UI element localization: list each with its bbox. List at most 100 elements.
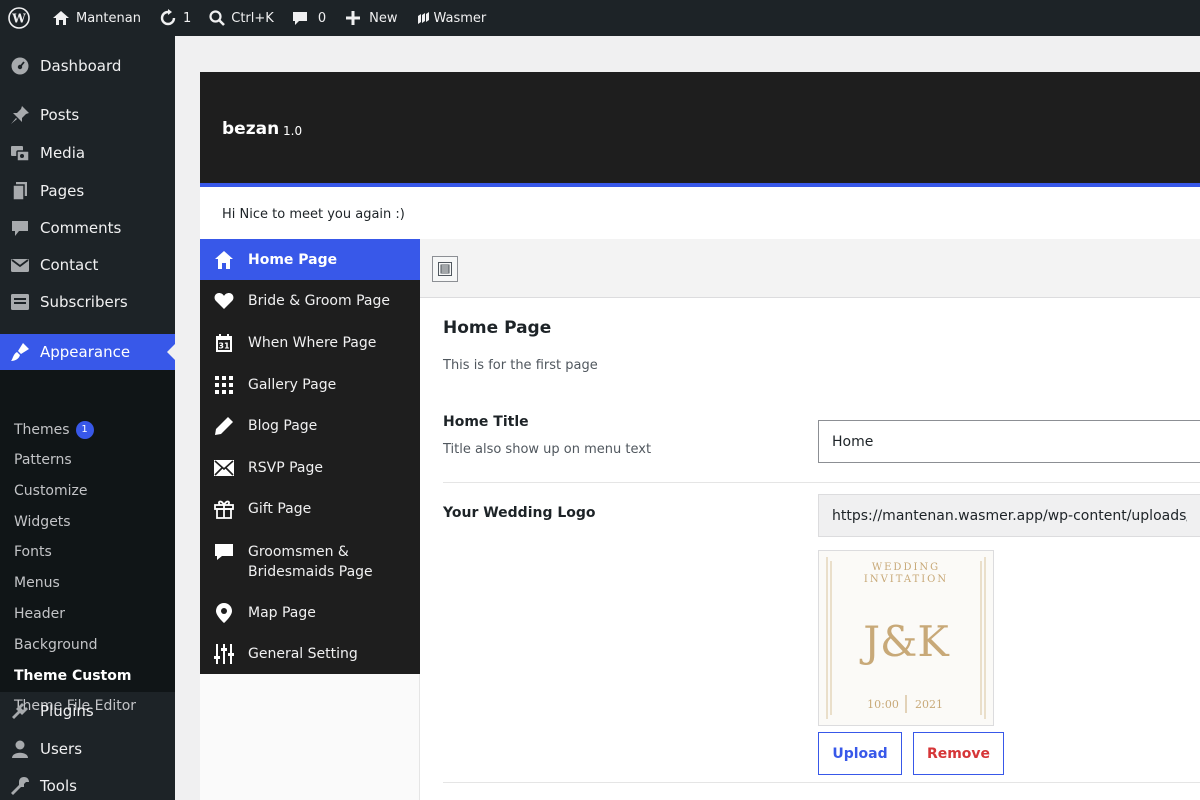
panel-header: bezan 1.0 bbox=[200, 72, 1200, 187]
sidebar-item-label: Plugins bbox=[40, 702, 94, 720]
envelope-icon bbox=[200, 459, 248, 476]
nav-groomsmen-bridesmaids-page[interactable]: Groomsmen & Bridesmaids Page bbox=[200, 530, 420, 592]
updates-link[interactable]: 1 bbox=[149, 0, 199, 36]
svg-text:W: W bbox=[11, 12, 26, 26]
nav-home-page[interactable]: Home Page bbox=[200, 239, 420, 280]
subscribers-icon bbox=[0, 292, 40, 312]
nav-label: RSVP Page bbox=[248, 459, 323, 476]
dashboard-icon bbox=[0, 56, 40, 76]
submenu-item-theme-custom[interactable]: Theme Custom bbox=[14, 664, 131, 688]
sidebar-item-label: Media bbox=[40, 144, 86, 162]
submenu-item-background[interactable]: Background bbox=[14, 633, 98, 657]
nav-label: Gallery Page bbox=[248, 376, 337, 393]
sidebar-item-comments[interactable]: Comments bbox=[0, 211, 175, 245]
sidebar-item-label: Contact bbox=[40, 256, 99, 274]
submenu-item-patterns[interactable]: Patterns bbox=[14, 448, 72, 472]
user-icon bbox=[0, 739, 40, 759]
nav-rsvp-page[interactable]: RSVP Page bbox=[200, 447, 420, 488]
sidebar-item-label: Appearance bbox=[40, 343, 131, 361]
theme-name: bezan bbox=[222, 119, 280, 139]
sidebar-item-appearance[interactable]: Appearance bbox=[0, 334, 175, 370]
nav-label: When Where Page bbox=[248, 335, 377, 351]
calendar-icon: 31 bbox=[200, 333, 248, 353]
svg-text:31: 31 bbox=[218, 342, 230, 351]
submenu-item-fonts[interactable]: Fonts bbox=[14, 540, 52, 564]
submenu-item-label: Background bbox=[14, 637, 98, 653]
comments-link[interactable]: 0 bbox=[282, 0, 334, 36]
upload-button[interactable]: Upload bbox=[818, 732, 902, 775]
sidebar-item-label: Users bbox=[40, 740, 83, 758]
sidebar-item-users[interactable]: Users bbox=[0, 732, 175, 766]
comment-icon bbox=[0, 218, 40, 238]
updates-count: 1 bbox=[182, 10, 192, 26]
layout-toggle-button[interactable] bbox=[432, 256, 458, 282]
host-link[interactable]: Wasmer bbox=[405, 0, 494, 36]
sidebar-item-contact[interactable]: Contact bbox=[0, 248, 175, 282]
submenu-item-label: Patterns bbox=[14, 452, 72, 468]
site-name-link[interactable]: Mantenan bbox=[38, 0, 149, 36]
submenu-item-label: Widgets bbox=[14, 514, 71, 530]
new-label: New bbox=[369, 10, 398, 26]
sidebar-item-plugins[interactable]: Plugins bbox=[0, 694, 175, 728]
sidebar-item-posts[interactable]: Posts bbox=[0, 98, 175, 132]
submenu-item-header[interactable]: Header bbox=[14, 602, 65, 626]
wedding-logo-image: WEDDING INVITATION J&K 10:00 2021 bbox=[819, 551, 993, 725]
gift-icon bbox=[200, 499, 248, 519]
refresh-icon bbox=[160, 9, 176, 26]
site-name: Mantenan bbox=[76, 10, 141, 26]
submenu-item-label: Theme Custom bbox=[14, 668, 132, 684]
submenu-item-themes[interactable]: Themes 1 bbox=[14, 418, 94, 442]
section-title: Home Page bbox=[443, 318, 552, 338]
plug-icon bbox=[0, 701, 40, 721]
options-nav: Home Page Bride & Groom Page 31 When Whe… bbox=[200, 239, 420, 674]
new-content-link[interactable]: New bbox=[334, 0, 405, 36]
logo-preview-image: WEDDING INVITATION J&K 10:00 2021 bbox=[818, 550, 994, 726]
nav-gallery-page[interactable]: Gallery Page bbox=[200, 364, 420, 405]
comments-count: 0 bbox=[317, 10, 327, 26]
sidebar-item-dashboard[interactable]: Dashboard bbox=[0, 49, 175, 83]
media-icon bbox=[0, 143, 40, 163]
sidebar-item-pages[interactable]: Pages bbox=[0, 174, 175, 208]
sidebar-item-label: Posts bbox=[40, 106, 80, 124]
home-icon bbox=[200, 250, 248, 270]
chat-icon bbox=[200, 542, 248, 562]
panel-icon bbox=[438, 262, 452, 276]
sidebar-item-label: Subscribers bbox=[40, 293, 128, 311]
wordpress-logo-button[interactable]: W bbox=[0, 0, 38, 36]
update-count-badge: 1 bbox=[75, 421, 94, 439]
sliders-icon bbox=[200, 643, 248, 664]
nav-label-line2: Bridesmaids Page bbox=[248, 564, 373, 580]
sidebar-item-tools[interactable]: Tools bbox=[0, 769, 175, 800]
home-icon bbox=[53, 11, 69, 25]
logo-text-top1: WEDDING bbox=[872, 562, 940, 573]
search-icon bbox=[209, 10, 226, 26]
remove-button[interactable]: Remove bbox=[913, 732, 1004, 775]
sidebar-item-subscribers[interactable]: Subscribers bbox=[0, 285, 175, 319]
nav-bride-groom-page[interactable]: Bride & Groom Page bbox=[200, 280, 420, 322]
sidebar-item-media[interactable]: Media bbox=[0, 136, 175, 170]
nav-blog-page[interactable]: Blog Page bbox=[200, 405, 420, 447]
nav-filler bbox=[200, 674, 420, 800]
divider bbox=[443, 782, 1200, 783]
nav-when-where-page[interactable]: 31 When Where Page bbox=[200, 322, 420, 364]
comment-icon bbox=[292, 12, 307, 25]
nav-map-page[interactable]: Map Page bbox=[200, 592, 420, 633]
home-title-help: Title also show up on menu text bbox=[443, 442, 652, 457]
submenu-item-menus[interactable]: Menus bbox=[14, 571, 60, 595]
brush-icon bbox=[0, 342, 40, 362]
nav-general-setting[interactable]: General Setting bbox=[200, 633, 420, 674]
content-toolbar bbox=[420, 239, 1200, 298]
pencil-icon bbox=[200, 416, 248, 436]
submenu-item-label: Themes bbox=[14, 422, 70, 438]
submenu-item-customize[interactable]: Customize bbox=[14, 479, 88, 503]
submenu-item-widgets[interactable]: Widgets bbox=[14, 510, 71, 534]
home-title-input[interactable] bbox=[818, 420, 1200, 463]
nav-label: Gift Page bbox=[248, 501, 312, 517]
command-palette-link[interactable]: Ctrl+K bbox=[199, 0, 282, 36]
nav-label: Bride & Groom Page bbox=[248, 293, 390, 309]
greeting-text: Hi Nice to meet you again :) bbox=[222, 207, 405, 222]
logo-text-top2: INVITATION bbox=[864, 574, 948, 585]
nav-gift-page[interactable]: Gift Page bbox=[200, 488, 420, 530]
logo-url-input[interactable] bbox=[818, 494, 1200, 537]
options-content: Home Page This is for the first page Hom… bbox=[420, 298, 1200, 800]
